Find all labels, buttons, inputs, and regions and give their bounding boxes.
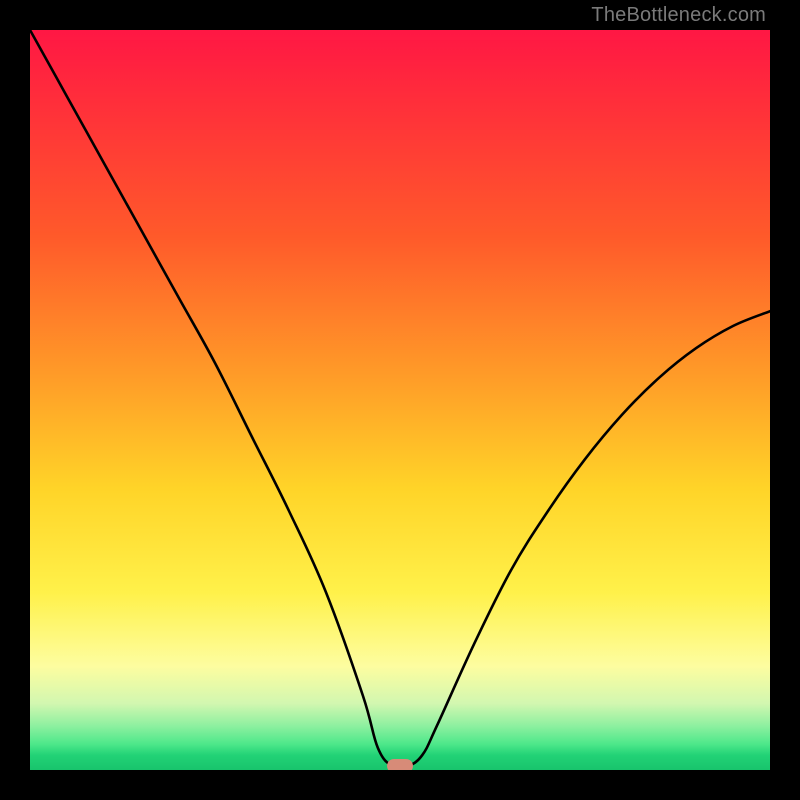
optimal-marker — [387, 759, 413, 770]
plot-area — [30, 30, 770, 770]
watermark-text: TheBottleneck.com — [591, 4, 766, 27]
chart-frame: TheBottleneck.com — [0, 0, 800, 800]
bottleneck-curve — [30, 30, 770, 770]
